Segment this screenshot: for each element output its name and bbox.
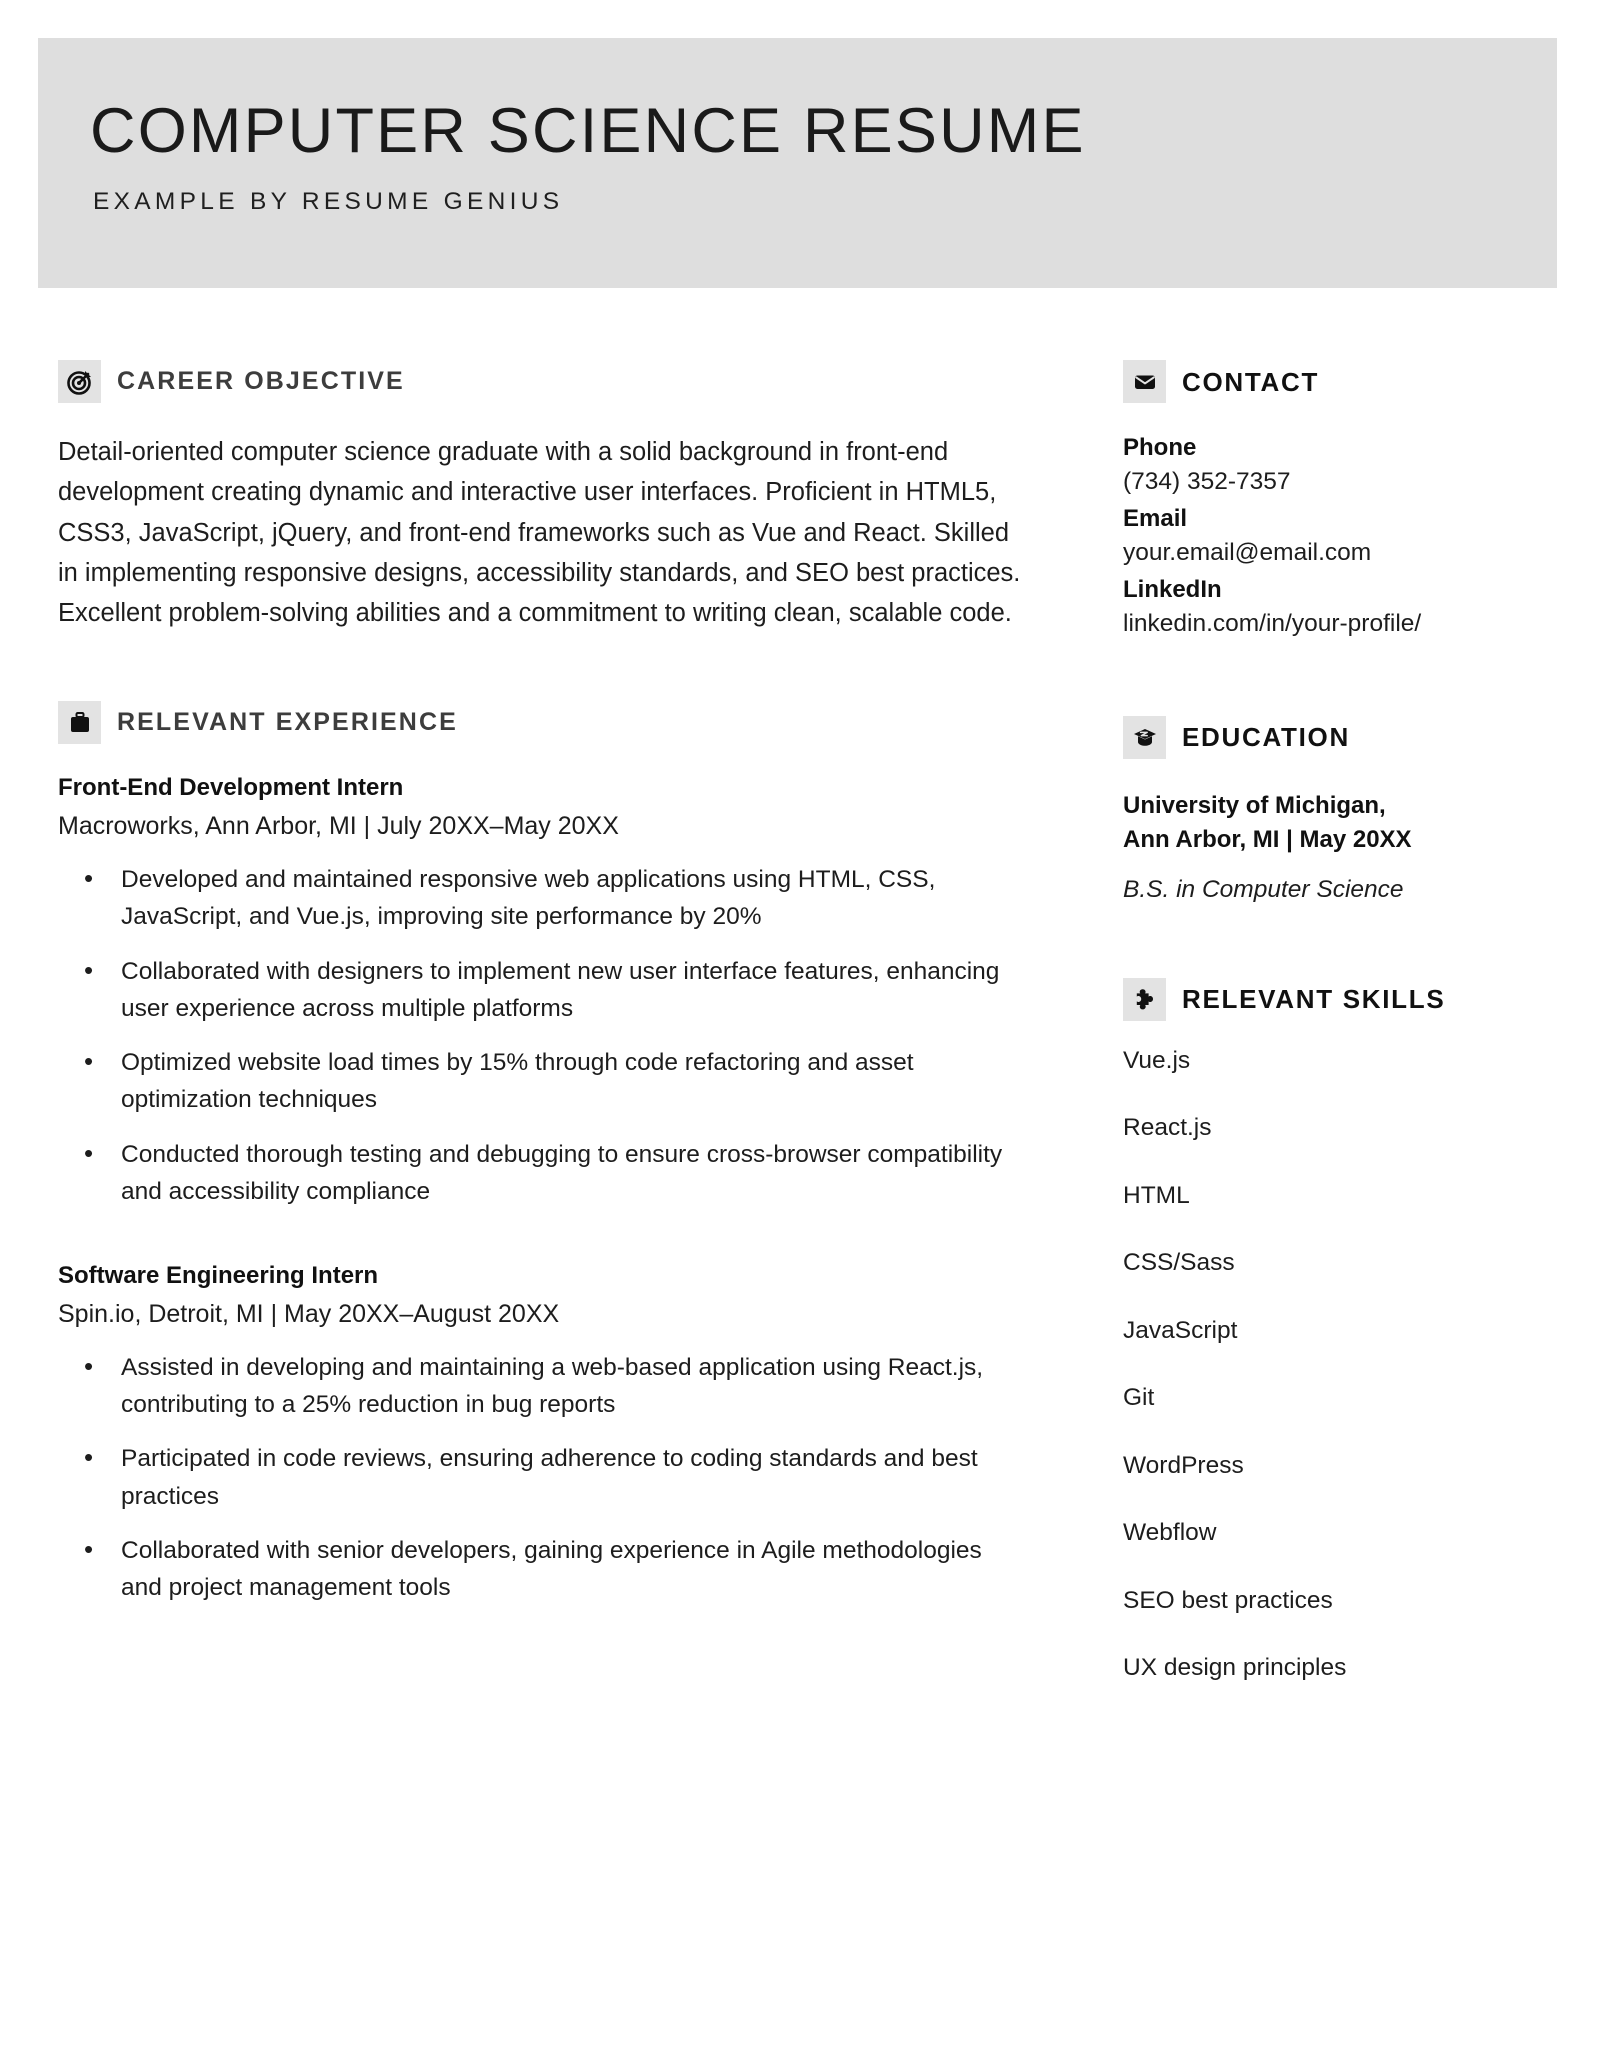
contact-value-linkedin[interactable]: linkedin.com/in/your-profile/ — [1123, 607, 1563, 642]
skill-item: WordPress — [1123, 1451, 1244, 1479]
job-bullet: Participated in code reviews, ensuring a… — [58, 1438, 1026, 1514]
job-bullet: Assisted in developing and maintaining a… — [58, 1347, 1026, 1423]
job-bullet: Collaborated with designers to implement… — [58, 951, 1026, 1027]
left-column: CAREER OBJECTIVE Detail-oriented compute… — [58, 360, 1028, 1606]
right-column: CONTACT Phone (734) 352-7357 Email your.… — [1123, 360, 1563, 1681]
header-banner: COMPUTER SCIENCE RESUME EXAMPLE BY RESUM… — [38, 38, 1557, 288]
skill-item: HTML — [1123, 1181, 1190, 1209]
contact-value-phone[interactable]: (734) 352-7357 — [1123, 465, 1563, 500]
section-career-objective-header: CAREER OBJECTIVE — [58, 360, 1028, 403]
job-title: Front-End Development Intern — [58, 774, 404, 802]
puzzle-piece-icon — [1123, 977, 1166, 1021]
skill-item: Webflow — [1123, 1519, 1217, 1547]
contact-label-email: Email — [1123, 504, 1188, 532]
section-title-contact: CONTACT — [1182, 366, 1320, 397]
education-school-line-1: University of Michigan, — [1123, 791, 1386, 819]
section-relevant-skills-header: RELEVANT SKILLS — [1123, 977, 1563, 1021]
experience-entry: Front-End Development Intern Macroworks,… — [58, 774, 1028, 1210]
skill-item: UX design principles — [1123, 1654, 1347, 1682]
job-bullet: Collaborated with senior developers, gai… — [58, 1530, 1026, 1606]
resume-page: COMPUTER SCIENCE RESUME EXAMPLE BY RESUM… — [0, 0, 1600, 2071]
briefcase-icon — [58, 701, 101, 745]
page-subtitle: EXAMPLE BY RESUME GENIUS — [93, 188, 564, 215]
skill-item: React.js — [1123, 1114, 1212, 1142]
page-title: COMPUTER SCIENCE RESUME — [90, 96, 1086, 166]
contact-value-email[interactable]: your.email@email.com — [1123, 536, 1563, 571]
experience-entry: Software Engineering Intern Spin.io, Det… — [58, 1262, 1028, 1606]
job-title: Software Engineering Intern — [58, 1262, 379, 1290]
graduation-cap-icon — [1123, 715, 1166, 759]
skills-list: Vue.js React.js HTML CSS/Sass JavaScript… — [1123, 1046, 1563, 1682]
education-degree: B.S. in Computer Science — [1123, 875, 1404, 903]
education-school-line-2: Ann Arbor, MI | May 20XX — [1123, 825, 1412, 853]
job-bullet: Developed and maintained responsive web … — [58, 859, 1026, 935]
skill-item: SEO best practices — [1123, 1586, 1333, 1614]
section-relevant-experience-header: RELEVANT EXPERIENCE — [58, 701, 1028, 745]
section-title-career-objective: CAREER OBJECTIVE — [117, 367, 405, 395]
career-objective-text: Detail-oriented computer science graduat… — [58, 438, 1021, 628]
job-bullet-list: Developed and maintained responsive web … — [58, 859, 1028, 1210]
education-details: University of Michigan, Ann Arbor, MI | … — [1123, 789, 1563, 906]
section-contact-header: CONTACT — [1123, 360, 1563, 403]
skill-item: Git — [1123, 1384, 1155, 1412]
section-title-relevant-experience: RELEVANT EXPERIENCE — [117, 708, 458, 737]
skill-item: Vue.js — [1123, 1046, 1191, 1074]
target-icon — [58, 360, 101, 403]
section-title-relevant-skills: RELEVANT SKILLS — [1182, 984, 1446, 1015]
contact-label-phone: Phone — [1123, 434, 1197, 461]
job-meta: Spin.io, Detroit, MI | May 20XX–August 2… — [58, 1299, 560, 1328]
skill-item: JavaScript — [1123, 1316, 1238, 1344]
job-meta: Macroworks, Ann Arbor, MI | July 20XX–Ma… — [58, 812, 619, 841]
section-title-education: EDUCATION — [1182, 722, 1350, 753]
job-bullet: Conducted thorough testing and debugging… — [58, 1134, 1026, 1210]
contact-details: Phone (734) 352-7357 Email your.email@em… — [1123, 431, 1563, 642]
job-bullet-list: Assisted in developing and maintaining a… — [58, 1347, 1028, 1606]
envelope-icon — [1123, 360, 1166, 403]
job-bullet: Optimized website load times by 15% thro… — [58, 1042, 1026, 1118]
section-education-header: EDUCATION — [1123, 715, 1563, 759]
skill-item: CSS/Sass — [1123, 1249, 1235, 1277]
contact-label-linkedin: LinkedIn — [1123, 575, 1222, 603]
